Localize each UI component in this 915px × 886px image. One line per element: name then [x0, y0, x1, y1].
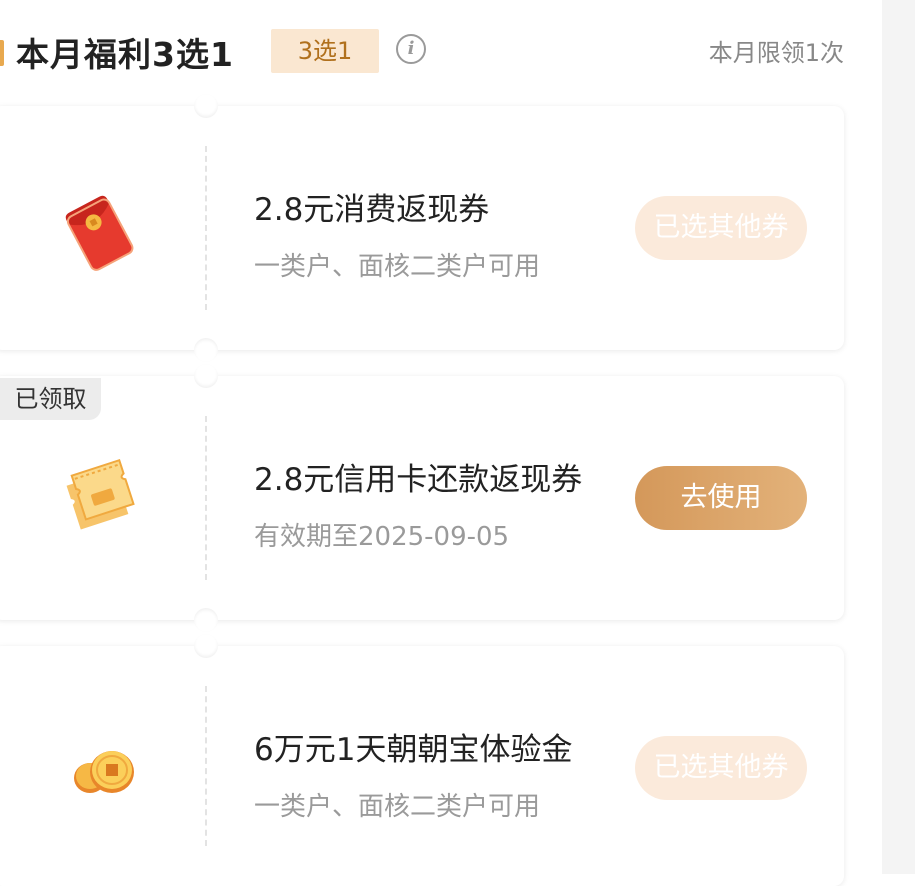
coupon-tickets-icon: [50, 448, 150, 548]
info-icon[interactable]: i: [396, 34, 426, 64]
claimed-badge: 已领取: [0, 378, 101, 420]
coupon-card: 2.8元消费返现券 一类户、面核二类户可用 已选其他券: [0, 94, 844, 362]
coupon-subtitle: 一类户、面核二类户可用: [254, 792, 541, 822]
monthly-limit-text: 本月限领1次: [708, 39, 844, 67]
selected-other-button[interactable]: 已选其他券: [635, 196, 807, 260]
selected-other-button[interactable]: 已选其他券: [635, 736, 807, 800]
section-accent-bar: [0, 40, 4, 66]
coupon-subtitle: 有效期至2025-09-05: [254, 522, 510, 552]
coupon-divider: [205, 686, 207, 846]
use-coupon-button[interactable]: 去使用: [635, 466, 807, 530]
red-envelope-icon: [50, 178, 150, 278]
coupon-title: 6万元1天朝朝宝体验金: [254, 732, 573, 768]
right-scroll-gutter: [882, 0, 915, 874]
coupon-divider: [205, 416, 207, 580]
choose-one-tag: 3选1: [271, 29, 379, 73]
coupon-title: 2.8元消费返现券: [254, 192, 490, 228]
coupon-subtitle: 一类户、面核二类户可用: [254, 252, 541, 282]
coupon-card: 2.8元信用卡还款返现券 有效期至2025-09-05 去使用: [0, 364, 844, 632]
coupon-card: 6万元1天朝朝宝体验金 一类户、面核二类户可用 已选其他券: [0, 634, 844, 886]
section-title: 本月福利3选1: [16, 35, 234, 74]
gold-coins-icon: [50, 718, 150, 818]
coupon-divider: [205, 146, 207, 310]
coupon-title: 2.8元信用卡还款返现券: [254, 462, 583, 498]
section-header: 本月福利3选1 3选1 i 本月限领1次: [0, 22, 882, 82]
